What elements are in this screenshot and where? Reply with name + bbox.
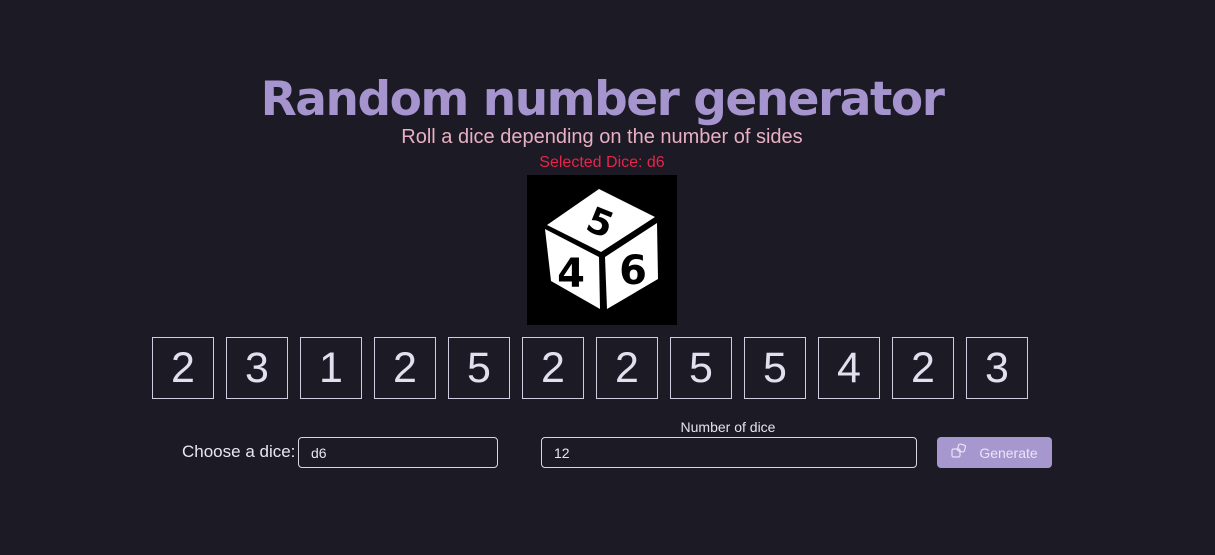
- result-box: 3: [226, 337, 288, 399]
- page-subtitle: Roll a dice depending on the number of s…: [401, 126, 803, 148]
- number-of-dice-input[interactable]: [541, 437, 917, 468]
- number-of-dice-label: Number of dice: [680, 419, 776, 435]
- results-row: 2 3 1 2 5 2 2 5 5 4 2 3: [152, 337, 1028, 399]
- dice-icon: [951, 443, 967, 462]
- die-face-right: 6: [619, 248, 647, 294]
- generate-button[interactable]: Generate: [937, 437, 1052, 468]
- selected-dice-label: Selected Dice: d6: [539, 154, 665, 171]
- page-title: Random number generator: [260, 72, 945, 127]
- die-face-left: 4: [557, 251, 585, 297]
- generate-button-label: Generate: [979, 444, 1038, 461]
- result-box: 5: [744, 337, 806, 399]
- result-box: 1: [300, 337, 362, 399]
- result-box: 3: [966, 337, 1028, 399]
- result-box: 2: [522, 337, 584, 399]
- choose-dice-label: Choose a dice:: [182, 442, 296, 461]
- result-box: 2: [374, 337, 436, 399]
- result-box: 2: [596, 337, 658, 399]
- d6-die-icon: 5 4 6: [527, 175, 677, 325]
- result-box: 5: [670, 337, 732, 399]
- result-box: 2: [892, 337, 954, 399]
- result-box: 5: [448, 337, 510, 399]
- result-box: 4: [818, 337, 880, 399]
- result-box: 2: [152, 337, 214, 399]
- dice-type-input[interactable]: [298, 437, 498, 468]
